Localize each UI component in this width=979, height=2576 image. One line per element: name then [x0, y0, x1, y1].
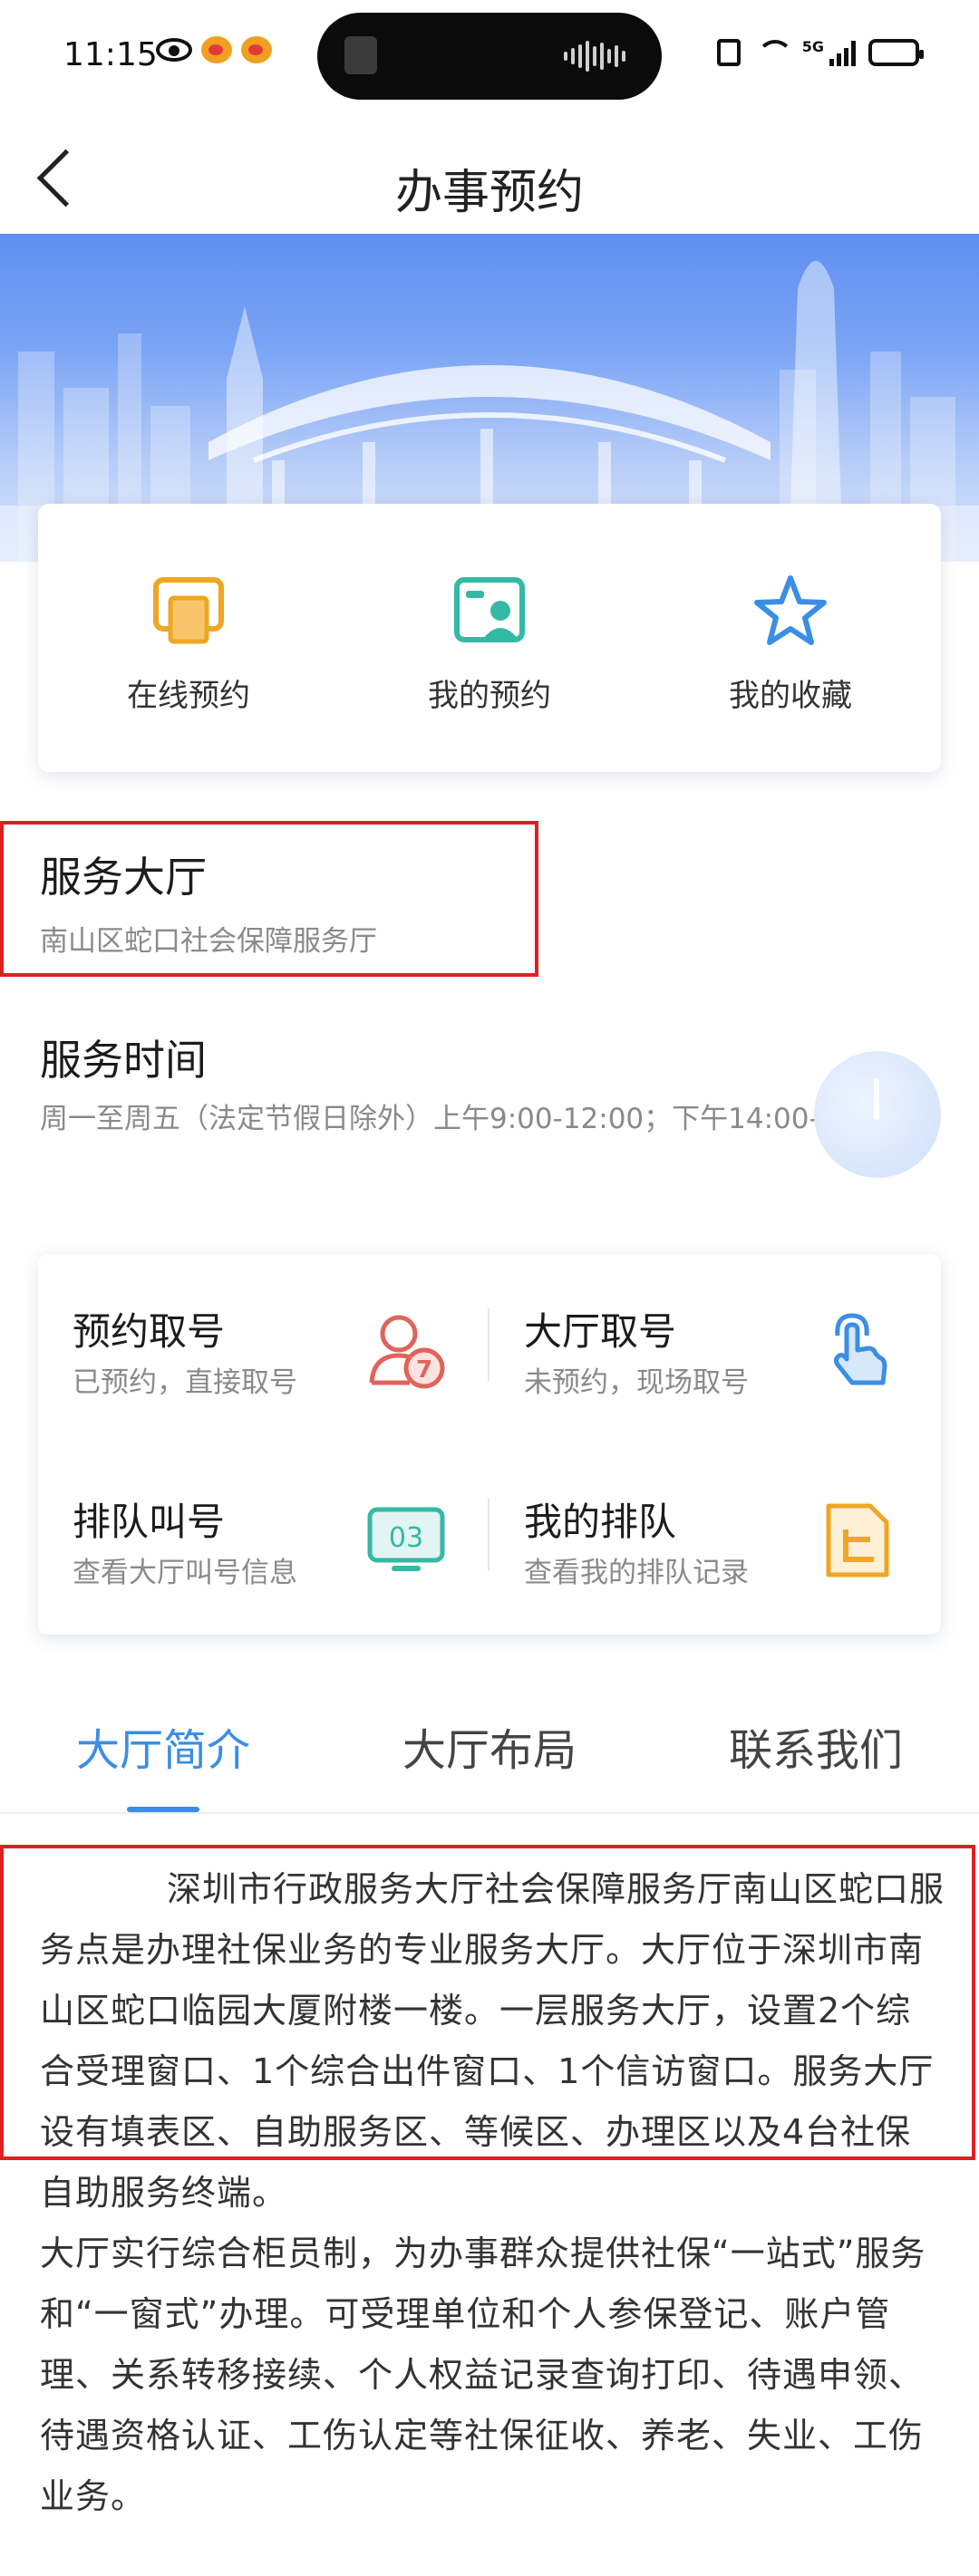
- tab-hall-intro[interactable]: 大厅简介: [0, 1678, 326, 1812]
- service-grid-card: 预约取号 已预约，直接取号 7 大厅取号 未预约，现场取号 排队叫号 查看大厅叫…: [38, 1254, 941, 1635]
- queue-display-icon: 03: [364, 1499, 448, 1582]
- service-subtitle: 未预约，现场取号: [524, 1366, 749, 1399]
- weibo-icon: [201, 36, 232, 63]
- my-queue-button[interactable]: 我的排队 查看我的排队记录: [490, 1444, 941, 1635]
- wifi-icon: [753, 38, 793, 67]
- service-subtitle: 查看我的排队记录: [524, 1557, 749, 1589]
- service-subtitle: 查看大厅叫号信息: [73, 1557, 297, 1589]
- weibo-icon: [241, 36, 272, 63]
- service-title: 大厅取号: [524, 1309, 677, 1354]
- status-bar: 11:15 5G: [0, 0, 979, 118]
- tap-hand-icon: [816, 1308, 899, 1392]
- document-list-icon: [816, 1499, 899, 1582]
- intro-paragraph: 大厅实行综合柜员制，为办事群众提供社保“一站式”服务和“一窗式”办理。可受理单位…: [40, 2233, 926, 2516]
- my-appointments-button[interactable]: 我的预约: [339, 504, 640, 772]
- calendar-window-icon: [150, 573, 227, 649]
- star-icon: [752, 573, 829, 649]
- svg-text:7: 7: [416, 1356, 432, 1384]
- svg-text:03: 03: [389, 1522, 423, 1554]
- highlight-box: [0, 1845, 975, 2160]
- quick-action-label: 我的预约: [428, 678, 551, 714]
- service-title: 预约取号: [73, 1309, 226, 1354]
- service-title: 排队叫号: [73, 1500, 226, 1544]
- app-thumbnail-icon: [344, 36, 377, 74]
- tab-bar: 大厅简介 大厅布局 联系我们: [0, 1678, 979, 1814]
- signal-icon: [829, 39, 856, 66]
- service-hours-text: 周一至周五（法定节假日除外）上午9:00-12:00；下午14:00-18:00: [40, 1103, 900, 1135]
- audio-wave-icon: [564, 40, 625, 72]
- eye-icon: [156, 38, 192, 62]
- quick-action-label: 我的收藏: [729, 678, 852, 714]
- my-favorites-button[interactable]: 我的收藏: [640, 504, 941, 772]
- dynamic-island: [317, 13, 662, 100]
- page-title: 办事预约: [394, 166, 584, 220]
- clock-icon: [814, 1051, 941, 1178]
- queue-call-button[interactable]: 排队叫号 查看大厅叫号信息 03: [38, 1444, 490, 1635]
- tab-contact-us[interactable]: 联系我们: [653, 1678, 979, 1812]
- service-hours-title: 服务时间: [40, 1036, 207, 1085]
- status-time: 11:15: [63, 36, 158, 73]
- service-title: 我的排队: [524, 1500, 677, 1544]
- nav-bar: 办事预约: [0, 118, 979, 236]
- service-subtitle: 已预约，直接取号: [73, 1366, 297, 1399]
- battery-icon: [868, 39, 924, 66]
- online-appointment-button[interactable]: 在线预约: [38, 504, 339, 772]
- highlight-box: [0, 821, 538, 977]
- quick-actions-card: 在线预约 我的预约 我的收藏: [38, 504, 941, 772]
- appointment-number-icon: 7: [364, 1308, 448, 1392]
- quick-action-label: 在线预约: [127, 678, 250, 714]
- network-type: 5G: [801, 38, 824, 55]
- notification-icons: [156, 36, 272, 63]
- service-hours-section: 服务时间 周一至周五（法定节假日除外）上午9:00-12:00；下午14:00-…: [40, 1028, 937, 1143]
- system-status-icons: 5G: [716, 38, 924, 67]
- appointment-ticket-button[interactable]: 预约取号 已预约，直接取号 7: [38, 1254, 490, 1444]
- person-card-icon: [451, 573, 528, 649]
- vibrate-icon: [716, 39, 741, 66]
- tab-hall-layout[interactable]: 大厅布局: [326, 1678, 653, 1812]
- hall-ticket-button[interactable]: 大厅取号 未预约，现场取号: [490, 1254, 941, 1444]
